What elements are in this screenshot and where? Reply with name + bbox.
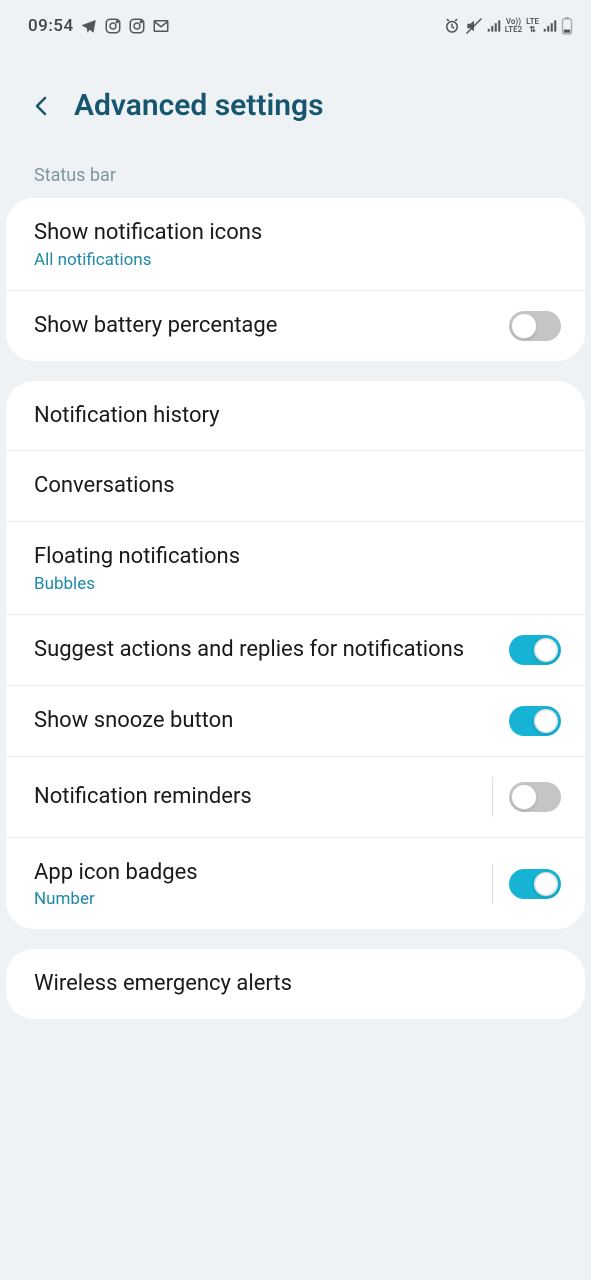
card-notifications: Notification history Conversations Float… (6, 381, 585, 930)
card-wireless-alerts: Wireless emergency alerts (6, 949, 585, 1019)
row-title: Notification reminders (34, 782, 480, 812)
back-button[interactable] (30, 94, 54, 118)
status-left: 09:54 (28, 16, 170, 36)
signal-2-icon (543, 17, 557, 35)
row-wireless-emergency-alerts[interactable]: Wireless emergency alerts (6, 949, 585, 1019)
row-title: Wireless emergency alerts (34, 969, 561, 999)
row-title: Conversations (34, 471, 561, 501)
row-app-icon-badges[interactable]: App icon badges Number (6, 837, 585, 930)
toggle-show-snooze[interactable] (509, 706, 561, 736)
sim2-label: LTE ⇅ (526, 18, 539, 34)
row-subtitle: Bubbles (34, 574, 561, 594)
instagram-icon (104, 17, 122, 35)
toggle-notification-reminders[interactable] (509, 782, 561, 812)
divider (492, 777, 493, 817)
header: Advanced settings (0, 48, 591, 153)
gmail-icon (152, 17, 170, 35)
row-title: Show snooze button (34, 706, 497, 736)
row-suggest-actions[interactable]: Suggest actions and replies for notifica… (6, 614, 585, 685)
card-status-bar: Show notification icons All notification… (6, 198, 585, 361)
row-title: Floating notifications (34, 542, 561, 572)
section-label-status-bar: Status bar (0, 153, 591, 198)
row-subtitle: Number (34, 889, 480, 909)
row-show-notification-icons[interactable]: Show notification icons All notification… (6, 198, 585, 290)
toggle-battery-percentage[interactable] (509, 311, 561, 341)
row-title: Suggest actions and replies for notifica… (34, 635, 497, 665)
row-floating-notifications[interactable]: Floating notifications Bubbles (6, 521, 585, 614)
alarm-icon (443, 17, 461, 35)
row-title: Show notification icons (34, 218, 561, 248)
row-show-snooze[interactable]: Show snooze button (6, 685, 585, 756)
status-right: Vo)) LTE2 LTE ⇅ (443, 17, 573, 35)
sim1-label: Vo)) LTE2 (505, 18, 522, 34)
status-bar: 09:54 Vo)) LTE2 LTE ⇅ (0, 0, 591, 48)
row-title: App icon badges (34, 858, 480, 888)
telegram-icon (80, 17, 98, 35)
mute-icon (465, 17, 483, 35)
row-notification-reminders[interactable]: Notification reminders (6, 756, 585, 837)
signal-1-icon (487, 17, 501, 35)
page-title: Advanced settings (74, 88, 324, 123)
row-show-battery-percentage[interactable]: Show battery percentage (6, 290, 585, 361)
status-clock: 09:54 (28, 16, 74, 36)
toggle-app-icon-badges[interactable] (509, 869, 561, 899)
toggle-suggest-actions[interactable] (509, 635, 561, 665)
row-conversations[interactable]: Conversations (6, 450, 585, 521)
row-title: Notification history (34, 401, 561, 431)
row-notification-history[interactable]: Notification history (6, 381, 585, 451)
battery-icon (561, 17, 573, 35)
instagram-icon-2 (128, 17, 146, 35)
row-subtitle: All notifications (34, 250, 561, 270)
divider (492, 864, 493, 904)
row-title: Show battery percentage (34, 311, 497, 341)
